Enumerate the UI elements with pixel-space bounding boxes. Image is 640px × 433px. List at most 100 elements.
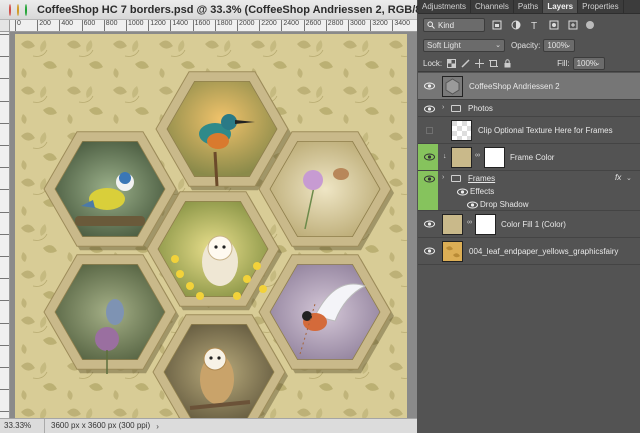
canvas-area[interactable] xyxy=(10,32,417,418)
tab-layers[interactable]: Layers xyxy=(543,0,579,13)
eye-icon[interactable] xyxy=(423,174,435,184)
eye-icon[interactable] xyxy=(423,246,435,256)
layer-name: Photos xyxy=(468,104,493,113)
ruler-tick xyxy=(0,344,9,346)
yellow-flower xyxy=(196,292,204,300)
filter-kind-select[interactable]: Kind xyxy=(423,18,485,32)
tab-channels[interactable]: Channels xyxy=(471,0,514,13)
photoshop-app: CoffeeShop HC 7 borders.psd @ 33.3% (Cof… xyxy=(0,0,640,433)
layer-row[interactable]: ∞ Color Fill 1 (Color) xyxy=(418,211,640,238)
ruler-tick-label: 3000 xyxy=(348,20,366,31)
smart-object-filter-icon[interactable] xyxy=(566,18,580,32)
ruler-tick xyxy=(0,56,9,58)
vertical-ruler[interactable] xyxy=(0,32,10,418)
adjustment-filter-icon[interactable] xyxy=(509,18,523,32)
blend-mode-select[interactable]: Soft Light ⌄ xyxy=(423,38,505,52)
ruler-tick xyxy=(0,367,9,368)
kingfisher-head xyxy=(221,114,237,130)
type-filter-icon[interactable]: T xyxy=(528,18,542,32)
zoom-level-field[interactable]: 33.33% xyxy=(0,418,45,433)
ruler-tick-label: 1600 xyxy=(192,20,210,31)
eye-icon[interactable] xyxy=(456,187,468,197)
move-icon[interactable] xyxy=(474,58,484,68)
link-icon[interactable]: ∞ xyxy=(475,152,480,159)
yellow-flower xyxy=(243,275,251,283)
folder-icon xyxy=(451,105,461,112)
ruler-tick xyxy=(0,322,9,324)
chevron-right-icon[interactable]: › xyxy=(442,174,444,181)
lock-transparent-icon[interactable] xyxy=(446,58,456,68)
fill-field[interactable]: 100% ⌄ xyxy=(572,56,605,70)
document-dimensions: 3600 px x 3600 px (300 ppi) xyxy=(51,421,151,430)
clip-arrow-icon: ↓ xyxy=(443,153,447,160)
panel-tabs: Adjustments Channels Paths Layers Proper… xyxy=(418,0,640,14)
eye-icon[interactable] xyxy=(423,81,435,91)
link-icon[interactable]: ∞ xyxy=(467,219,472,226)
blue-tit-log xyxy=(75,216,145,226)
barn-owl-face xyxy=(203,347,227,371)
ruler-tick-label: 3200 xyxy=(370,20,388,31)
layer-row[interactable]: › Photos xyxy=(418,100,640,117)
artwork-canvas[interactable] xyxy=(15,34,407,418)
eye-icon[interactable] xyxy=(423,104,435,114)
brush-icon[interactable] xyxy=(460,58,470,68)
butterfly-wings xyxy=(333,168,349,180)
filter-toggle-icon[interactable] xyxy=(586,21,594,29)
layer-row[interactable]: CoffeeShop Andriessen 2 xyxy=(418,73,640,100)
ruler-tick-label: 2200 xyxy=(259,20,277,31)
tab-paths[interactable]: Paths xyxy=(514,0,544,13)
layer-row[interactable]: ↓ ∞ Frame Color xyxy=(418,144,640,171)
owl-face xyxy=(207,235,233,261)
yellow-flower xyxy=(171,255,179,263)
ruler-tick-label: 1800 xyxy=(214,20,232,31)
ruler-origin[interactable] xyxy=(0,20,10,32)
shape-filter-icon[interactable] xyxy=(547,18,561,32)
opacity-field[interactable]: 100% ⌄ xyxy=(543,38,576,52)
layer-row[interactable]: 004_leaf_endpaper_yellows_graphicsfairy xyxy=(418,238,640,265)
layer-thumbnail xyxy=(442,241,463,262)
tab-adjustments[interactable]: Adjustments xyxy=(418,0,472,13)
ruler-tick-label: 1400 xyxy=(170,20,188,31)
close-window-button[interactable] xyxy=(9,3,11,16)
layers-list: CoffeeShop Andriessen 2 › Photos Clip Op… xyxy=(418,73,640,433)
eye-icon[interactable] xyxy=(423,152,435,162)
layer-row[interactable]: Clip Optional Texture Here for Frames xyxy=(418,117,640,144)
folder-icon xyxy=(451,175,461,182)
zoom-window-button[interactable] xyxy=(25,3,27,16)
chevron-right-icon[interactable]: › xyxy=(442,104,444,111)
ruler-tick xyxy=(0,233,9,235)
lock-icon[interactable] xyxy=(502,58,512,68)
layer-mask-thumbnail[interactable] xyxy=(475,214,496,235)
layer-name: Effects xyxy=(470,187,495,196)
layer-row[interactable]: Drop Shadow xyxy=(418,198,640,211)
ruler-tick xyxy=(0,145,9,146)
artboard-icon[interactable] xyxy=(488,58,498,68)
yellow-flower xyxy=(233,292,241,300)
status-menu-arrow-icon[interactable]: › xyxy=(156,422,159,431)
ruler-tick-label: 2000 xyxy=(237,20,255,31)
ruler-tick xyxy=(0,100,9,102)
horizontal-ruler[interactable]: 0 200 400 600 800 1000 1200 1400 1600 1800 2000 220… xyxy=(10,20,417,32)
layer-name: Frame Color xyxy=(510,153,555,162)
blend-mode-value: Soft Light xyxy=(427,40,461,50)
kingfisher-perch xyxy=(213,151,219,187)
visibility-off-icon[interactable] xyxy=(426,127,433,134)
layer-mask-thumbnail[interactable] xyxy=(484,147,505,168)
document-window: CoffeeShop HC 7 borders.psd @ 33.3% (Cof… xyxy=(0,0,432,433)
yellow-flower xyxy=(186,282,194,290)
minimize-window-button[interactable] xyxy=(17,3,19,16)
tab-properties[interactable]: Properties xyxy=(578,0,624,13)
window-titlebar[interactable]: CoffeeShop HC 7 borders.psd @ 33.3% (Cof… xyxy=(0,0,432,20)
layer-row[interactable]: Effects xyxy=(418,186,640,198)
layer-thumbnail xyxy=(442,214,463,235)
ruler-tick xyxy=(0,78,9,80)
blend-row: Soft Light ⌄ Opacity: 100% ⌄ xyxy=(418,36,640,54)
pixel-filter-icon[interactable] xyxy=(490,18,504,32)
document-title: CoffeeShop HC 7 borders.psd @ 33.3% (Cof… xyxy=(37,3,433,16)
chevron-down-icon[interactable]: ⌄ xyxy=(626,174,632,182)
layer-row[interactable]: › Frames fx ⌄ xyxy=(418,171,640,186)
ruler-tick-label: 3400 xyxy=(392,20,410,31)
eye-icon[interactable] xyxy=(466,200,478,210)
fx-icon[interactable]: fx xyxy=(615,173,621,182)
eye-icon[interactable] xyxy=(423,219,435,229)
